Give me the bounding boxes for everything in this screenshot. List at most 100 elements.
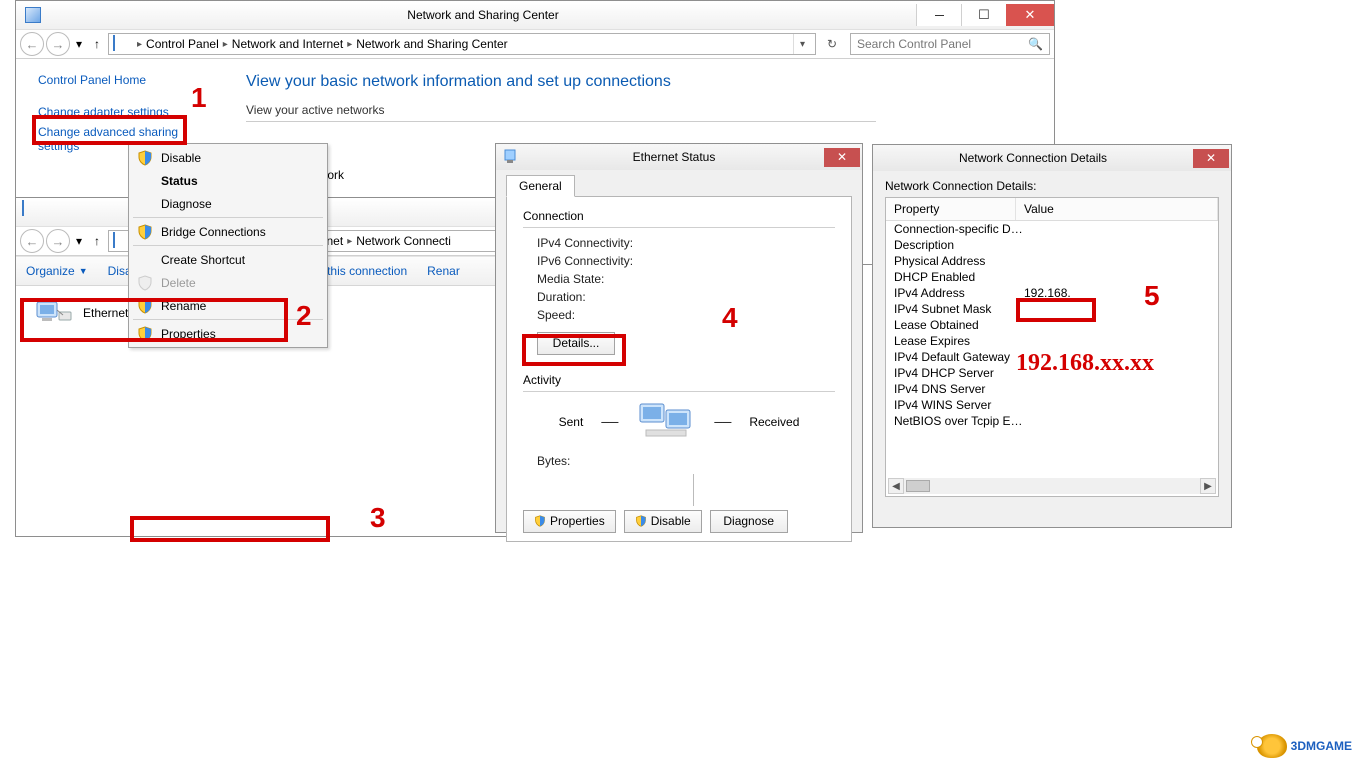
disable-button[interactable]: Disable xyxy=(624,510,702,533)
list-row[interactable]: IPv4 DNS Server xyxy=(886,381,1218,397)
tab-bar: General xyxy=(506,174,852,197)
details-button[interactable]: Details... xyxy=(537,332,615,355)
context-menu: Disable Status Diagnose Bridge Connectio… xyxy=(128,143,328,348)
forward-button[interactable]: → xyxy=(46,32,70,56)
separator xyxy=(693,474,694,506)
close-button[interactable]: ✕ xyxy=(1006,4,1054,26)
control-panel-home-link[interactable]: Control Panel Home xyxy=(38,73,228,87)
ctx-diagnose[interactable]: Diagnose xyxy=(131,192,325,215)
back-button[interactable]: ← xyxy=(20,229,44,253)
up-button[interactable]: ↑ xyxy=(88,37,106,51)
list-row[interactable]: NetBIOS over Tcpip En... xyxy=(886,413,1218,429)
value-cell xyxy=(1024,334,1210,348)
ipv4-connectivity-label: IPv4 Connectivity: xyxy=(537,236,835,250)
crumb[interactable]: Network Connecti xyxy=(356,234,451,248)
close-button[interactable]: ✕ xyxy=(824,148,860,167)
breadcrumb-bar[interactable]: ▸ Control Panel ▸ Network and Internet ▸… xyxy=(108,33,816,55)
list-row[interactable]: IPv4 Subnet Mask xyxy=(886,301,1218,317)
window-title: Network and Sharing Center xyxy=(50,8,916,22)
list-row[interactable]: Physical Address xyxy=(886,253,1218,269)
received-label: Received xyxy=(749,415,799,429)
property-cell: DHCP Enabled xyxy=(894,270,1024,284)
tab-content: Connection IPv4 Connectivity: IPv6 Conne… xyxy=(506,197,852,542)
close-button[interactable]: ✕ xyxy=(1193,149,1229,168)
property-cell: Connection-specific DN... xyxy=(894,222,1024,236)
property-cell: IPv4 WINS Server xyxy=(894,398,1024,412)
activity-group-label: Activity xyxy=(523,373,835,387)
adapter-name: Ethernet xyxy=(83,306,128,320)
speed-label: Speed: xyxy=(537,308,835,322)
value-cell xyxy=(1024,318,1210,332)
value-cell xyxy=(1024,302,1210,316)
ctx-shortcut[interactable]: Create Shortcut xyxy=(131,248,325,271)
col-property[interactable]: Property xyxy=(886,198,1016,220)
property-cell: IPv4 Default Gateway xyxy=(894,350,1024,364)
list-row[interactable]: DHCP Enabled xyxy=(886,269,1218,285)
organize-menu[interactable]: Organize ▼ xyxy=(26,264,88,278)
list-row[interactable]: Lease Expires xyxy=(886,333,1218,349)
app-icon xyxy=(22,4,44,26)
list-row[interactable]: Description xyxy=(886,237,1218,253)
value-cell xyxy=(1024,270,1210,284)
titlebar[interactable]: Ethernet Status ✕ xyxy=(496,144,862,170)
duration-label: Duration: xyxy=(537,290,835,304)
list-row[interactable]: Lease Obtained xyxy=(886,317,1218,333)
active-networks-label: View your active networks xyxy=(246,103,876,117)
ctx-disable[interactable]: Disable xyxy=(131,146,325,169)
shield-icon xyxy=(137,326,153,342)
property-cell: IPv4 DNS Server xyxy=(894,382,1024,396)
bee-icon xyxy=(1257,734,1287,758)
change-adapter-settings-link[interactable]: Change adapter settings xyxy=(38,105,228,119)
up-button[interactable]: ↑ xyxy=(88,234,106,248)
address-bar: ← → ▾ ↑ ▸ Control Panel ▸ Network and In… xyxy=(16,29,1054,59)
tab-general[interactable]: General xyxy=(506,175,575,197)
ethernet-status-dialog: Ethernet Status ✕ General Connection IPv… xyxy=(495,143,863,533)
col-value[interactable]: Value xyxy=(1016,198,1218,220)
nic-icon xyxy=(35,298,75,328)
list-row[interactable]: IPv4 Address192.168. xyxy=(886,285,1218,301)
value-cell xyxy=(1024,414,1210,428)
shield-icon xyxy=(137,298,153,314)
recent-dropdown[interactable]: ▾ xyxy=(72,234,86,248)
ipv6-connectivity-label: IPv6 Connectivity: xyxy=(537,254,835,268)
rename-button[interactable]: Renar xyxy=(427,264,460,278)
window-controls: ☐ ✕ xyxy=(916,4,1054,26)
scroll-thumb[interactable] xyxy=(906,480,930,492)
titlebar[interactable]: Network and Sharing Center ☐ ✕ xyxy=(16,1,1054,29)
property-cell: Physical Address xyxy=(894,254,1024,268)
search-input[interactable]: Search Control Panel 🔍 xyxy=(850,33,1050,55)
crumb[interactable]: Control Panel xyxy=(146,37,219,51)
properties-button[interactable]: Properties xyxy=(523,510,616,533)
shield-icon xyxy=(137,150,153,166)
value-cell xyxy=(1024,254,1210,268)
titlebar[interactable]: Network Connection Details ✕ xyxy=(873,145,1231,171)
ctx-bridge[interactable]: Bridge Connections xyxy=(131,220,325,243)
maximize-button[interactable]: ☐ xyxy=(961,4,1006,26)
value-cell xyxy=(1024,398,1210,412)
list-row[interactable]: IPv4 WINS Server xyxy=(886,397,1218,413)
value-cell: 192.168. xyxy=(1024,286,1210,300)
forward-button[interactable]: → xyxy=(46,229,70,253)
value-cell xyxy=(1024,222,1210,236)
refresh-button[interactable]: ↻ xyxy=(820,33,844,55)
diagnose-button[interactable]: Diagnose xyxy=(710,510,788,533)
ctx-rename[interactable]: Rename xyxy=(131,294,325,317)
crumb[interactable]: Network and Internet xyxy=(232,37,343,51)
ctx-status[interactable]: Status xyxy=(131,169,325,192)
shield-icon xyxy=(137,275,153,291)
crumb[interactable]: Network and Sharing Center xyxy=(356,37,507,51)
list-row[interactable]: Connection-specific DN... xyxy=(886,221,1218,237)
watermark-logo: 3DMGAME xyxy=(1257,734,1352,758)
scroll-right-arrow[interactable]: ▶ xyxy=(1200,478,1216,494)
back-button[interactable]: ← xyxy=(20,32,44,56)
property-cell: Lease Expires xyxy=(894,334,1024,348)
recent-dropdown[interactable]: ▾ xyxy=(72,37,86,51)
scroll-left-arrow[interactable]: ◀ xyxy=(888,478,904,494)
horizontal-scrollbar[interactable]: ◀ ▶ xyxy=(888,478,1216,494)
page-heading: View your basic network information and … xyxy=(246,73,876,91)
details-listview[interactable]: Property Value Connection-specific DN...… xyxy=(885,197,1219,497)
connection-details-dialog: Network Connection Details ✕ Network Con… xyxy=(872,144,1232,528)
ctx-properties[interactable]: Properties xyxy=(131,322,325,345)
property-cell: IPv4 DHCP Server xyxy=(894,366,1024,380)
minimize-button[interactable] xyxy=(916,4,961,26)
